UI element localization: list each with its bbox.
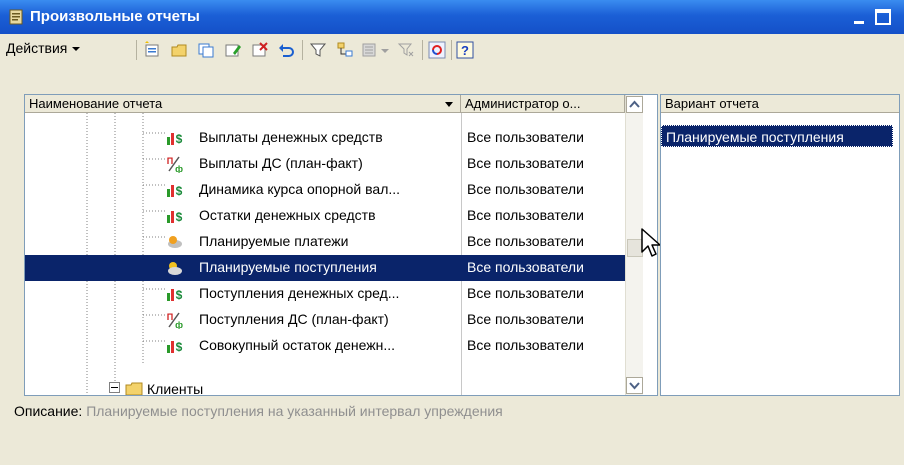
svg-text:П: П	[167, 312, 173, 322]
collapse-icon[interactable]	[109, 382, 120, 393]
svg-text:$: $	[176, 340, 183, 354]
report-admin: Все пользователи	[467, 155, 584, 171]
plan-fact-icon: Пф	[167, 312, 183, 329]
svg-text:ф: ф	[175, 320, 183, 329]
actions-label: Действия	[6, 40, 68, 56]
scroll-down-button[interactable]	[626, 377, 643, 394]
add-group-icon[interactable]	[170, 41, 188, 59]
report-name: Планируемые платежи	[199, 233, 349, 249]
report-name: Поступления денежных сред...	[199, 285, 400, 301]
report-money-icon: $	[167, 288, 183, 302]
table-row-selected[interactable]: Планируемые поступления Все пользователи	[25, 255, 625, 281]
add-icon[interactable]	[143, 41, 161, 59]
svg-text:$: $	[176, 132, 183, 146]
maximize-icon	[875, 9, 891, 25]
report-name: Поступления ДС (план-факт)	[199, 311, 389, 327]
report-name: Остатки денежных средств	[199, 207, 376, 223]
undo-icon[interactable]	[277, 41, 295, 59]
variant-item-selected[interactable]: Планируемые поступления	[661, 125, 893, 147]
plan-fact-icon: Пф	[167, 156, 183, 173]
toolbar-separator	[422, 40, 423, 60]
scroll-up-button[interactable]	[626, 96, 643, 113]
minimize-icon	[854, 21, 864, 24]
chevron-up-icon	[629, 100, 640, 108]
report-admin: Все пользователи	[467, 129, 584, 145]
toolbar-separator	[451, 40, 452, 60]
chevron-down-icon	[629, 382, 640, 390]
table-row[interactable]: $ Остатки денежных средств Все пользоват…	[25, 203, 625, 229]
planned-receipts-icon	[168, 262, 182, 275]
report-name: Выплаты денежных средств	[199, 129, 383, 145]
report-admin: Все пользователи	[467, 311, 584, 327]
report-app-icon	[9, 9, 23, 25]
chevron-down-icon	[72, 47, 81, 52]
reports-table[interactable]: Наименование отчета Администратор о... $…	[24, 94, 658, 396]
report-name: Выплаты ДС (план-факт)	[199, 155, 363, 171]
table-row[interactable]: $ Динамика курса опорной вал... Все поль…	[25, 177, 625, 203]
report-money-icon: $	[167, 184, 183, 198]
refresh-icon[interactable]	[428, 41, 446, 59]
window-title: Произвольные отчеты	[30, 8, 200, 25]
chevron-down-icon[interactable]	[380, 41, 390, 59]
title-bar: Произвольные отчеты	[0, 0, 904, 34]
column-header-name[interactable]: Наименование отчета	[25, 95, 461, 113]
toolbar-separator	[302, 40, 303, 60]
edit-icon[interactable]	[224, 41, 242, 59]
report-name: Динамика курса опорной вал...	[199, 181, 401, 197]
svg-text:П: П	[167, 156, 173, 166]
group-name: Клиенты	[147, 381, 204, 395]
report-name: Совокупный остаток денежн...	[199, 337, 395, 353]
copy-icon[interactable]	[197, 41, 215, 59]
report-admin: Все пользователи	[467, 181, 584, 197]
description-text: Планируемые поступления на указанный инт…	[86, 403, 503, 419]
table-row[interactable]: $ Совокупный остаток денежн... Все польз…	[25, 333, 625, 359]
svg-text:$: $	[176, 184, 183, 198]
table-row[interactable]: $ Выплаты денежных средств Все пользоват…	[25, 125, 625, 151]
table-row[interactable]: Пф Выплаты ДС (план-факт) Все пользовате…	[25, 151, 625, 177]
toolbar: Действия ?	[0, 34, 904, 64]
clear-filter-icon[interactable]	[397, 41, 415, 59]
tree-group-row[interactable]: Клиенты	[25, 377, 625, 395]
actions-menu[interactable]: Действия	[6, 40, 81, 56]
report-admin: Все пользователи	[467, 337, 584, 353]
report-money-icon: $	[167, 340, 183, 354]
maximize-button[interactable]	[872, 6, 894, 28]
report-variants-panel[interactable]: Вариант отчета Планируемые поступления	[660, 94, 900, 396]
minimize-button[interactable]	[848, 6, 870, 28]
planned-payments-icon	[168, 236, 182, 248]
sort-desc-icon	[445, 102, 453, 107]
svg-text:?: ?	[461, 43, 469, 58]
column-header-admin[interactable]: Администратор о...	[461, 95, 625, 113]
help-icon[interactable]: ?	[456, 41, 474, 59]
variants-header: Вариант отчета	[661, 95, 899, 113]
filter-icon[interactable]	[309, 41, 327, 59]
report-admin: Все пользователи	[467, 259, 584, 275]
svg-text:$: $	[176, 288, 183, 302]
table-row[interactable]: $ Поступления денежных сред... Все польз…	[25, 281, 625, 307]
folder-icon	[125, 382, 143, 395]
report-name: Планируемые поступления	[199, 259, 377, 275]
description-label: Описание:	[14, 403, 83, 419]
report-money-icon: $	[167, 132, 183, 146]
report-admin: Все пользователи	[467, 207, 584, 223]
table-row[interactable]: Планируемые платежи Все пользователи	[25, 229, 625, 255]
toolbar-separator	[136, 40, 137, 60]
report-admin: Все пользователи	[467, 285, 584, 301]
svg-text:$: $	[176, 210, 183, 224]
report-money-icon: $	[167, 210, 183, 224]
description-line: Описание: Планируемые поступления на ука…	[14, 403, 503, 419]
delete-icon[interactable]	[251, 41, 269, 59]
hierarchy-icon[interactable]	[336, 41, 354, 59]
table-row[interactable]: Пф Поступления ДС (план-факт) Все пользо…	[25, 307, 625, 333]
report-admin: Все пользователи	[467, 233, 584, 249]
svg-text:ф: ф	[175, 164, 183, 173]
list-mode-icon[interactable]	[361, 41, 379, 59]
